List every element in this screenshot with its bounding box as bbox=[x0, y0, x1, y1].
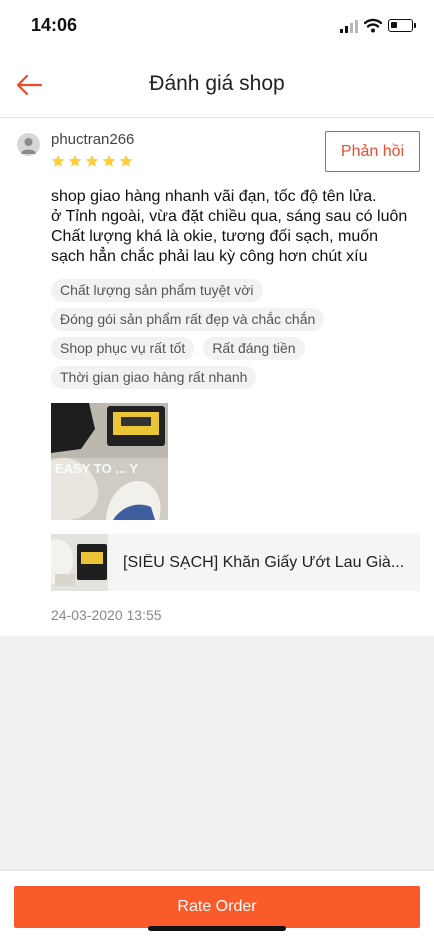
status-time: 14:06 bbox=[31, 15, 78, 35]
comment-line: shop giao hàng nhanh vãi đạn, tốc độ tên… bbox=[51, 188, 377, 205]
review-tag: Thời gian giao hàng rất nhanh bbox=[51, 366, 257, 389]
rate-order-button[interactable]: Rate Order bbox=[14, 886, 420, 928]
comment-line: Chất lượng khá là okie, tương đối sạch, … bbox=[51, 228, 379, 245]
star-icon bbox=[51, 154, 65, 167]
photo-overlay-text: EASY TO ... Y bbox=[55, 461, 138, 476]
star-icon bbox=[68, 154, 82, 167]
user-icon bbox=[21, 138, 36, 154]
status-bar: 14:06 bbox=[0, 0, 434, 52]
home-indicator bbox=[148, 926, 286, 931]
comment-line: ở Tỉnh ngoài, vừa đặt chiều qua, sáng sa… bbox=[51, 208, 408, 225]
review-tag: Rất đáng tiền bbox=[203, 337, 305, 360]
avatar bbox=[17, 133, 40, 156]
product-link[interactable]: [SIÊU SẠCH] Khăn Giấy Ướt Lau Già... bbox=[51, 534, 420, 591]
comment-line: sạch hẳn chắc phải lau kỳ công hơn chút … bbox=[51, 248, 368, 265]
battery-icon bbox=[388, 19, 416, 32]
review-card: phuctran266 Phản hồi shop giao hàng nhan… bbox=[0, 118, 434, 636]
review-photo[interactable]: EASY TO ... Y bbox=[51, 403, 168, 520]
review-tag: Đóng gói sản phẩm rất đẹp và chắc chắn bbox=[51, 308, 325, 331]
reviewer-username: phuctran266 bbox=[51, 131, 135, 148]
star-icon bbox=[102, 154, 116, 167]
review-photo-image: EASY TO ... Y bbox=[51, 403, 168, 520]
review-tags: Chất lượng sản phẩm tuyệt vời Đóng gói s… bbox=[51, 279, 427, 395]
review-timestamp: 24-03-2020 13:55 bbox=[51, 607, 162, 623]
review-comment: shop giao hàng nhanh vãi đạn, tốc độ tên… bbox=[51, 187, 427, 267]
nav-bar: Đánh giá shop bbox=[0, 52, 434, 118]
wifi-icon bbox=[364, 18, 382, 33]
page-title: Đánh giá shop bbox=[149, 72, 285, 95]
review-tag: Chất lượng sản phẩm tuyệt vời bbox=[51, 279, 263, 302]
star-icon bbox=[85, 154, 99, 167]
star-rating bbox=[51, 154, 133, 168]
product-name: [SIÊU SẠCH] Khăn Giấy Ướt Lau Già... bbox=[123, 554, 405, 571]
star-icon bbox=[119, 154, 133, 167]
product-thumbnail bbox=[51, 534, 108, 591]
reply-button[interactable]: Phản hồi bbox=[325, 131, 420, 172]
cellular-signal-icon bbox=[340, 20, 358, 33]
review-tag: Shop phục vụ rất tốt bbox=[51, 337, 195, 360]
